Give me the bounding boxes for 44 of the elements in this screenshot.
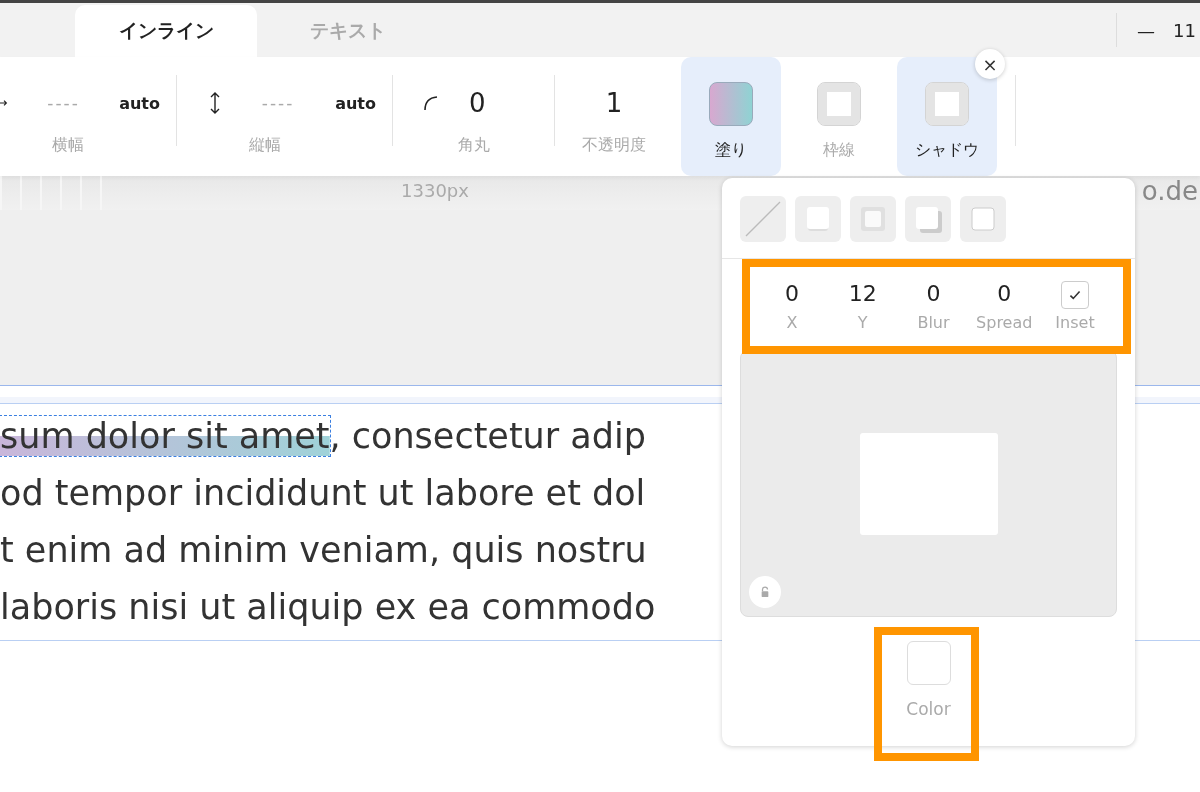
dimension-label: 縦幅: [247, 135, 282, 156]
url-text: o.de: [1141, 176, 1198, 206]
shadow-preset-button[interactable]: [795, 196, 841, 242]
square-swatch-icon: [817, 82, 861, 126]
shadow-value[interactable]: 0: [926, 281, 941, 311]
corner-radius-icon: [423, 95, 439, 111]
radius-label: 角丸: [456, 135, 491, 156]
ruler-width-label: 1330px: [401, 179, 469, 203]
shadow-value[interactable]: 0: [997, 281, 1012, 311]
shadow-param-label: Blur: [917, 313, 950, 332]
shadow-preset-button[interactable]: [850, 196, 896, 242]
right-arrow-icon: [0, 97, 8, 109]
inset-label: Inset: [1055, 313, 1095, 332]
shadow-preset-button[interactable]: [740, 196, 786, 242]
auto-label[interactable]: auto: [335, 93, 376, 113]
gradient-swatch-icon: [709, 82, 753, 126]
text-line: laboris nisi ut aliquip ex ea commodo: [0, 586, 657, 629]
opacity-label: 不透明度: [582, 135, 646, 156]
shadow-param-label: Y: [857, 313, 868, 332]
style-label: 塗り: [715, 140, 747, 161]
shadow-preset-button[interactable]: [905, 196, 951, 242]
tab[interactable]: インライン: [75, 5, 257, 57]
text-line: od tempor incididunt ut labore et dol: [0, 472, 647, 515]
shadow-param-label: Spread: [976, 313, 1033, 332]
unlock-icon[interactable]: [749, 576, 781, 608]
square-swatch-icon: [925, 82, 969, 126]
zoom-level: 11: [1173, 19, 1196, 41]
text-line: sum dolor sit amet, consectetur adip: [0, 415, 647, 458]
auto-label[interactable]: auto: [119, 93, 160, 113]
shadow-param-label: X: [786, 313, 798, 332]
text-line: t enim ad minim veniam, quis nostru: [0, 529, 648, 572]
inset-checkbox[interactable]: [1061, 281, 1089, 309]
radius-value[interactable]: 0: [469, 88, 486, 118]
color-swatch[interactable]: [906, 641, 951, 685]
color-label: Color: [906, 699, 951, 719]
style-button[interactable]: 塗り: [681, 57, 781, 176]
vertical-arrows-icon: [209, 92, 221, 114]
shadow-value[interactable]: 0: [785, 281, 799, 311]
style-label: シャドウ: [915, 140, 979, 161]
shadow-preset-button[interactable]: [960, 196, 1006, 242]
dimension-label: 横幅: [51, 135, 85, 156]
minimize-button[interactable]: —: [1137, 19, 1156, 41]
shadow-value[interactable]: 12: [848, 281, 877, 311]
style-label: 枠線: [823, 140, 855, 161]
